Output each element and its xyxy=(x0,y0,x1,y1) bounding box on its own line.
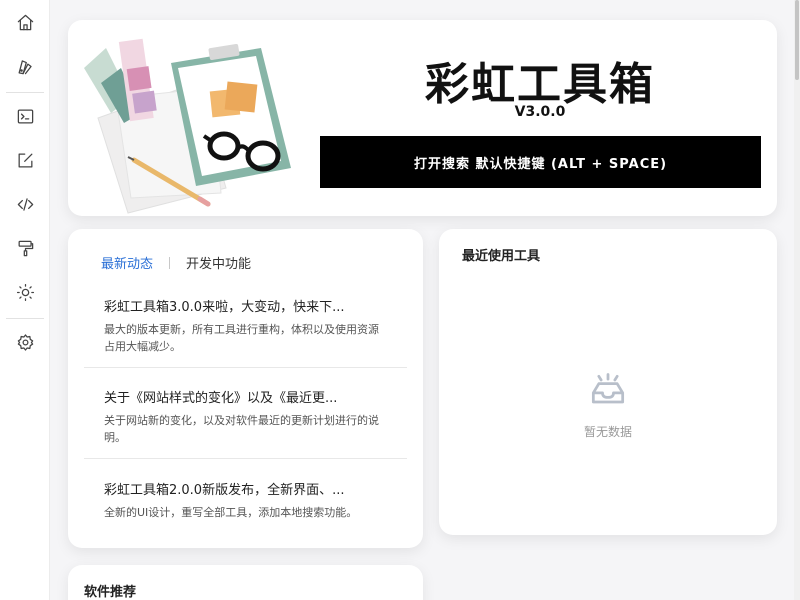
settings-icon[interactable] xyxy=(13,330,37,354)
edit-icon[interactable] xyxy=(13,148,37,172)
sidebar xyxy=(0,0,50,600)
news-item-desc: 最大的版本更新，所有工具进行重构，体积以及使用资源占用大幅减少。 xyxy=(104,323,379,353)
news-divider xyxy=(84,458,407,459)
open-search-button[interactable]: 打开搜索 默认快捷键 (ALT + SPACE) xyxy=(320,136,761,188)
news-item-title: 彩虹工具箱3.0.0来啦，大变动，快来下... xyxy=(104,300,345,315)
recent-tools-title: 最近使用工具 xyxy=(462,249,541,264)
news-tabs: 最新动态 开发中功能 xyxy=(101,253,251,272)
empty-state-text: 暂无数据 xyxy=(583,425,632,439)
paint-roller-icon[interactable] xyxy=(13,236,37,260)
tab-separator xyxy=(169,256,171,269)
desk-illustration xyxy=(84,38,291,214)
news-item[interactable]: 彩虹工具箱2.0.0新版发布，全新界面、... 全新的UI设计，重写全部工具，添… xyxy=(84,479,407,521)
app-title: 彩虹工具箱 xyxy=(425,59,655,110)
news-divider xyxy=(84,367,407,368)
tab-in-development[interactable]: 开发中功能 xyxy=(186,253,251,272)
news-item-title: 彩虹工具箱2.0.0新版发布，全新界面、... xyxy=(104,483,345,498)
news-item-desc: 关于网站新的变化，以及对软件最近的更新计划进行的说明。 xyxy=(104,414,379,444)
empty-inbox-icon xyxy=(591,373,625,404)
news-item[interactable]: 关于《网站样式的变化》以及《最近更... 关于网站新的变化，以及对软件最近的更新… xyxy=(84,387,407,446)
code-icon[interactable] xyxy=(13,192,37,216)
hero-banner: 彩虹工具箱 V3.0.0 打开搜索 默认快捷键 (ALT + SPACE) xyxy=(68,20,777,216)
scrollbar-thumb[interactable] xyxy=(795,0,799,80)
news-item[interactable]: 彩虹工具箱3.0.0来啦，大变动，快来下... 最大的版本更新，所有工具进行重构… xyxy=(84,296,407,355)
sidebar-divider xyxy=(6,318,44,319)
recent-tools-panel: 最近使用工具 暂无数据 xyxy=(439,229,777,535)
tab-latest-news[interactable]: 最新动态 xyxy=(101,253,153,272)
sidebar-divider xyxy=(6,92,44,93)
news-item-title: 关于《网站样式的变化》以及《最近更... xyxy=(104,391,338,406)
news-panel: 最新动态 开发中功能 彩虹工具箱3.0.0来啦，大变动，快来下... 最大的版本… xyxy=(68,229,423,548)
app-version: V3.0.0 xyxy=(514,104,566,120)
main-content: 彩虹工具箱 V3.0.0 打开搜索 默认快捷键 (ALT + SPACE) 最新… xyxy=(50,0,800,600)
software-recommend-panel: 软件推荐 xyxy=(68,565,423,600)
home-icon[interactable] xyxy=(13,10,37,34)
page-scrollbar[interactable] xyxy=(794,0,800,600)
software-recommend-title: 软件推荐 xyxy=(84,585,137,600)
terminal-icon[interactable] xyxy=(13,104,37,128)
empty-state: 暂无数据 xyxy=(439,369,777,440)
color-palette-icon[interactable] xyxy=(13,54,37,78)
news-item-desc: 全新的UI设计，重写全部工具，添加本地搜索功能。 xyxy=(104,506,358,519)
sun-icon[interactable] xyxy=(13,280,37,304)
